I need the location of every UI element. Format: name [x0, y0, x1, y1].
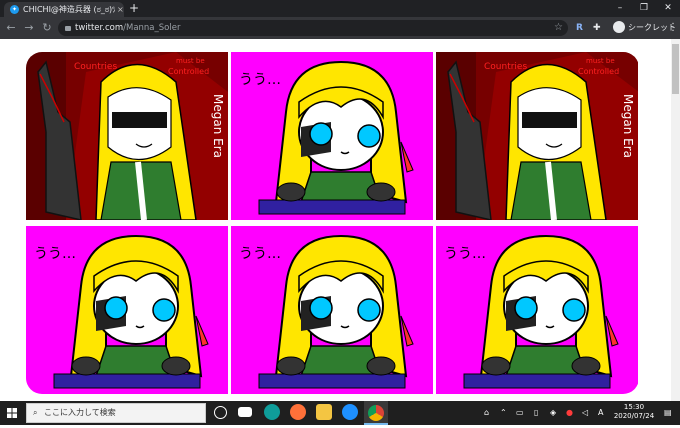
clock-time: 15:30: [623, 403, 645, 411]
browser-tab[interactable]: ✦ CHICHI@神造兵器 (ಠ_ಠ)ﾂﾞﾂﾞﾂﾞ ×: [4, 2, 124, 17]
new-tab-button[interactable]: +: [129, 2, 139, 15]
poster-text-signature: Megan Era: [621, 94, 635, 158]
close-tab-icon[interactable]: ×: [117, 5, 124, 14]
edge-icon[interactable]: [264, 404, 280, 420]
tray-volume-icon[interactable]: ◁: [582, 401, 588, 425]
image-tile-chibi[interactable]: うう…: [231, 52, 433, 220]
poster-text-must-be: must be: [176, 57, 205, 65]
notification-center-icon[interactable]: ▤: [664, 401, 672, 425]
file-explorer-icon[interactable]: [316, 404, 332, 420]
caption-text: うう…: [239, 246, 281, 262]
extensions-puzzle-icon[interactable]: ✚: [593, 17, 601, 39]
tray-network-icon[interactable]: ▭: [516, 401, 524, 425]
task-view-icon[interactable]: [214, 406, 227, 419]
incognito-avatar-icon[interactable]: [613, 21, 625, 33]
image-grid[interactable]: Countries must be Controlled Megan Era う…: [26, 52, 639, 394]
tab-title: CHICHI@神造兵器 (ಠ_ಠ)ﾂﾞﾂﾞﾂﾞ: [23, 5, 115, 14]
twitter-bird-icon: ✦: [10, 5, 19, 14]
tray-expand-icon[interactable]: ⌃: [500, 401, 507, 425]
reload-icon[interactable]: ↻: [40, 17, 54, 39]
bookmark-star-icon[interactable]: ☆: [554, 17, 563, 39]
poster-text-controlled: Controlled: [578, 67, 619, 76]
image-tile-chibi[interactable]: うう…: [231, 226, 433, 394]
caption-text: うう…: [34, 246, 76, 262]
chrome-taskbar-active[interactable]: [364, 401, 388, 425]
task-switcher-icon[interactable]: [238, 407, 252, 417]
ime-indicator[interactable]: A: [598, 401, 603, 425]
firefox-icon[interactable]: [290, 404, 306, 420]
image-tile-chibi[interactable]: うう…: [26, 226, 228, 394]
poster-text-controlled: Controlled: [168, 67, 209, 76]
chrome-icon: [368, 405, 384, 421]
tray-app-icon[interactable]: ●: [566, 401, 573, 425]
windows-start-icon[interactable]: [0, 401, 24, 425]
taskbar-search-input[interactable]: ⌕ ここに入力して検索: [26, 403, 206, 423]
tray-security-icon[interactable]: ◈: [550, 401, 556, 425]
caption-text: うう…: [444, 246, 486, 262]
url-host: twitter.com: [75, 23, 124, 33]
search-icon: ⌕: [33, 408, 38, 417]
poster-text-countries: Countries: [74, 62, 117, 72]
search-placeholder: ここに入力して検索: [44, 408, 116, 417]
internet-explorer-icon[interactable]: [342, 404, 358, 420]
forward-icon[interactable]: →: [22, 17, 36, 39]
caption-text: うう…: [239, 72, 281, 88]
poster-text-countries: Countries: [484, 62, 527, 72]
tray-battery-icon[interactable]: ▯: [534, 401, 538, 425]
close-window-icon[interactable]: ✕: [656, 0, 680, 17]
image-tile-poster[interactable]: Countries must be Controlled Megan Era: [26, 52, 228, 220]
poster-text-signature: Megan Era: [211, 94, 225, 158]
tray-people-icon[interactable]: ⌂: [484, 401, 489, 425]
scrollbar-thumb[interactable]: [672, 44, 679, 94]
extension-r-icon[interactable]: R: [576, 17, 583, 39]
taskbar-clock[interactable]: 15:30 2020/07/24: [612, 403, 656, 421]
lock-icon: [65, 26, 71, 31]
poster-text-must-be: must be: [586, 57, 615, 65]
back-icon[interactable]: ←: [4, 17, 18, 39]
clock-date: 2020/07/24: [613, 412, 655, 420]
url-path: /Manna_Soler: [123, 23, 181, 33]
menu-kebab-icon[interactable]: ⋮: [668, 17, 678, 39]
restore-icon[interactable]: ❐: [632, 0, 656, 17]
minimize-icon[interactable]: –: [608, 0, 632, 17]
image-tile-poster[interactable]: Countries must be Controlled Megan Era: [436, 52, 638, 220]
address-bar[interactable]: twitter.com/Manna_Soler: [58, 20, 568, 36]
image-tile-chibi[interactable]: うう…: [436, 226, 638, 394]
